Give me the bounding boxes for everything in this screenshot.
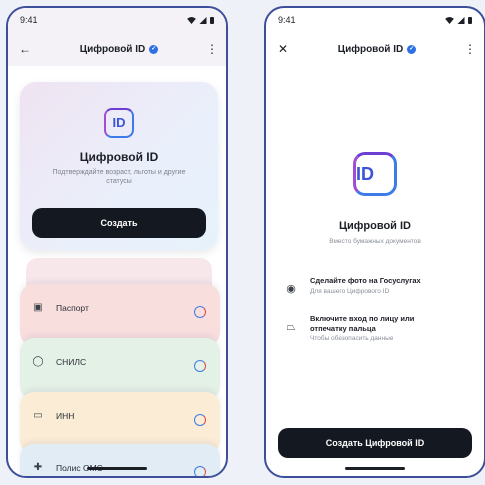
signal-icon	[457, 16, 465, 24]
gosuslugi-icon	[194, 466, 206, 476]
header-title: Цифровой ID	[79, 43, 146, 55]
verified-check-icon: ✓	[149, 44, 159, 54]
document-label: Паспорт	[56, 303, 89, 313]
header-title-group: Цифровой ID ✓	[79, 43, 159, 55]
document-card-passport[interactable]: ▣ Паспорт	[20, 284, 220, 346]
home-indicator[interactable]	[87, 467, 147, 470]
create-digital-id-button[interactable]: Создать Цифровой ID	[278, 428, 472, 458]
status-bar: 9:41	[8, 8, 226, 32]
home-indicator[interactable]	[345, 467, 405, 470]
step-title: Сделайте фото на Госуслугах	[310, 276, 421, 285]
wifi-icon	[445, 16, 454, 24]
status-bar: 9:41	[266, 8, 484, 32]
status-icons	[187, 16, 214, 24]
shield-icon: ◯	[32, 356, 44, 367]
battery-icon	[210, 16, 214, 24]
header-title: Цифровой ID	[337, 43, 404, 55]
top-app-bar: ✕ Цифровой ID ✓ ⋮	[266, 32, 484, 66]
step-title: Включите вход по лицу или отпечатку паль…	[310, 314, 415, 333]
digital-id-logo-icon: ID	[104, 108, 134, 138]
document-list: ▣ Паспорт ◯ СНИЛС ▭ ИНН ✚ Полис ОМС	[16, 258, 222, 476]
document-label: ИНН	[56, 411, 75, 421]
create-button[interactable]: Создать	[32, 208, 206, 238]
gosuslugi-icon	[194, 414, 206, 426]
gosuslugi-icon	[194, 306, 206, 318]
digital-id-logo: ID	[353, 152, 397, 196]
more-menu-icon[interactable]: ⋮	[206, 42, 218, 56]
back-arrow-icon[interactable]: ←	[18, 42, 32, 56]
screen-title: Цифровой ID	[338, 220, 411, 232]
step-photo: ◉ Сделайте фото на Госуслугах Для вашего…	[284, 276, 470, 296]
card-subtitle: Подтверждайте возраст, льготы и другие с…	[52, 169, 186, 185]
document-card-oms[interactable]: ✚ Полис ОМС	[20, 444, 220, 476]
step-subtitle: Чтобы обезопасить данные	[310, 335, 394, 342]
document-card-snils[interactable]: ◯ СНИЛС	[20, 338, 220, 400]
verified-check-icon: ✓	[407, 44, 417, 54]
card-title: Цифровой ID	[79, 150, 159, 164]
passport-icon: ▣	[33, 302, 43, 313]
phone-screen-left: 9:41 ← Цифровой ID ✓ ⋮ ID Цифровой ID По…	[6, 6, 228, 478]
wifi-icon	[187, 16, 196, 24]
battery-icon	[468, 16, 472, 24]
signal-icon	[199, 16, 207, 24]
document-label: СНИЛС	[56, 357, 87, 367]
status-time: 9:41	[278, 15, 296, 25]
status-icons	[445, 16, 472, 24]
digital-id-logo-icon: ID	[353, 152, 397, 196]
face-scan-icon: ⏢	[286, 321, 296, 333]
step-biometric-login: ⏢ Включите вход по лицу или отпечатку па…	[284, 314, 470, 342]
more-menu-icon[interactable]: ⋮	[464, 42, 476, 56]
status-time: 9:41	[20, 15, 38, 25]
screen-subtitle: Вместо бумажных документов	[329, 238, 421, 245]
header-title-group: Цифровой ID ✓	[337, 43, 417, 55]
close-icon[interactable]: ✕	[276, 42, 290, 56]
medical-cross-icon: ✚	[33, 462, 43, 473]
digital-id-card: ID Цифровой ID Подтверждайте возраст, ль…	[20, 82, 218, 250]
top-app-bar: ← Цифровой ID ✓ ⋮	[8, 32, 226, 66]
gosuslugi-icon	[194, 360, 206, 372]
phone-screen-right: 9:41 ✕ Цифровой ID ✓ ⋮ ID Цифровой ID Вм…	[264, 6, 485, 478]
step-subtitle: Для вашего Цифрового ID	[310, 287, 390, 295]
card-icon: ▭	[33, 410, 43, 421]
camera-icon: ◉	[286, 283, 296, 295]
